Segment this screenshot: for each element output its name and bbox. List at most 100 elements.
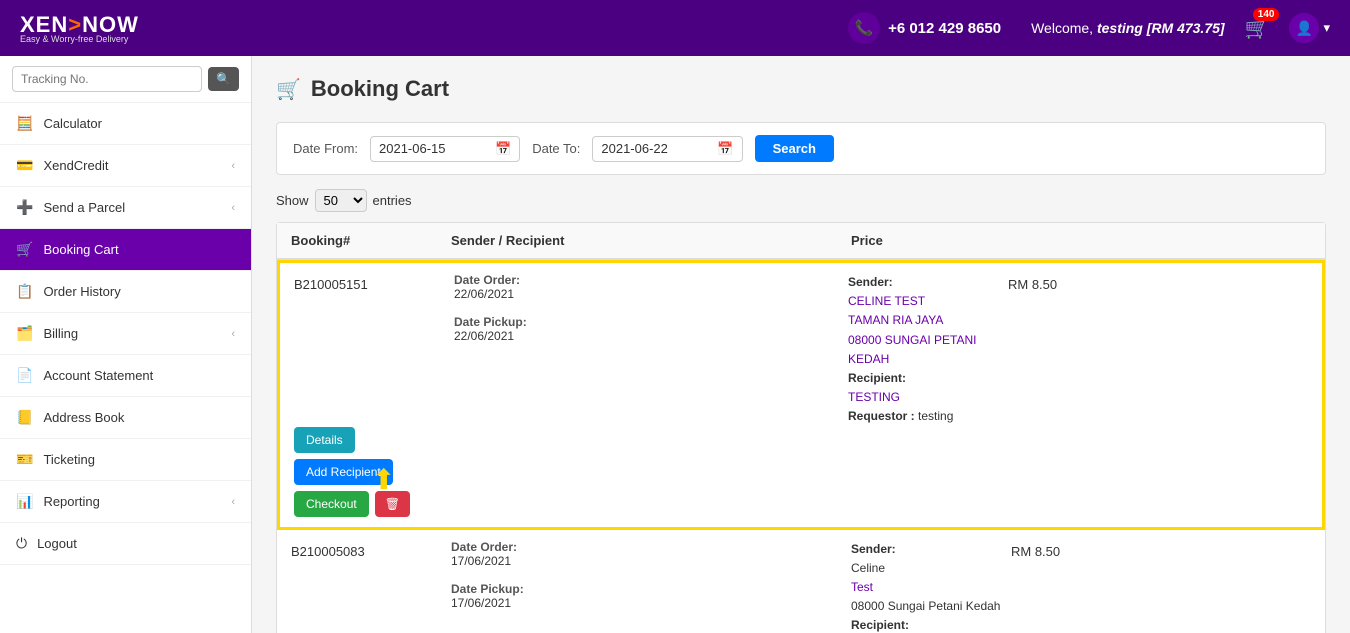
- date-to-calendar-icon[interactable]: 📅: [717, 141, 733, 157]
- show-entries-control: Show 10 25 50 100 entries: [276, 189, 1326, 212]
- sender-label-1: Sender:: [848, 275, 893, 289]
- date-pickup-label-2: Date Pickup:: [451, 582, 524, 596]
- booking-table: Booking# Sender / Recipient Price B21000…: [276, 222, 1326, 633]
- date-from-input[interactable]: [379, 141, 489, 156]
- checkout-arrow-indicator: ⬆: [372, 463, 395, 496]
- cart-button[interactable]: 🛒 140: [1245, 16, 1270, 41]
- sidebar-item-logout[interactable]: ⏻ Logout: [0, 523, 251, 565]
- date-to-input-group: 📅: [592, 136, 742, 162]
- address-book-icon: 📒: [16, 409, 33, 426]
- col-header-price: Price: [851, 233, 1011, 248]
- sidebar-label-address-book: Address Book: [43, 410, 124, 425]
- requestor-value-1: testing: [918, 409, 953, 423]
- sidebar-item-calculator[interactable]: 🧮 Calculator: [0, 103, 251, 145]
- user-avatar-icon: 👤: [1289, 13, 1319, 43]
- account-statement-icon: 📄: [16, 367, 33, 384]
- col-header-actions: [1011, 233, 1311, 248]
- main-content: 🛒 Booking Cart Date From: 📅 Date To: 📅 S…: [252, 56, 1350, 633]
- sidebar-item-reporting[interactable]: 📊 Reporting ‹: [0, 481, 251, 523]
- ticketing-icon: 🎫: [16, 451, 33, 468]
- sidebar: 🔍 🧮 Calculator 💳 XendCredit ‹ ➕ Send a P…: [0, 56, 252, 633]
- sender-area-1: TAMAN RIA JAYA: [848, 313, 943, 327]
- sender-label-2: Sender:: [851, 542, 896, 556]
- welcome-message: Welcome, testing [RM 473.75]: [1031, 20, 1224, 36]
- billing-icon: 🗂️: [16, 325, 33, 342]
- sidebar-item-xendcredit[interactable]: 💳 XendCredit ‹: [0, 145, 251, 187]
- sender-name-2: Celine: [851, 561, 885, 575]
- calculator-icon: 🧮: [16, 115, 33, 132]
- welcome-user: testing [RM 473.75]: [1097, 20, 1225, 36]
- recipient-name-1: TESTING: [848, 390, 900, 404]
- logo: XEN>NOW Easy & Worry-free Delivery: [20, 12, 139, 44]
- page-title: 🛒 Booking Cart: [276, 76, 1326, 102]
- date-order-value-1: 22/06/2021: [454, 287, 514, 301]
- date-to-input[interactable]: [601, 141, 711, 156]
- sidebar-label-calculator: Calculator: [43, 116, 102, 131]
- date-from-input-group: 📅: [370, 136, 520, 162]
- sidebar-item-send-parcel[interactable]: ➕ Send a Parcel ‹: [0, 187, 251, 229]
- sidebar-item-booking-cart[interactable]: 🛒 Booking Cart: [0, 229, 251, 271]
- requestor-label-1: Requestor :: [848, 409, 915, 423]
- recipient-label-1: Recipient:: [848, 371, 906, 385]
- send-parcel-chevron-icon: ‹: [231, 202, 235, 214]
- sidebar-item-order-history[interactable]: 📋 Order History: [0, 271, 251, 313]
- sidebar-label-billing: Billing: [43, 326, 78, 341]
- table-row: B210005083 Date Order: 17/06/2021 Date P…: [277, 530, 1325, 633]
- date-info-1: Date Order: 22/06/2021 Date Pickup: 22/0…: [454, 273, 848, 343]
- sidebar-item-address-book[interactable]: 📒 Address Book: [0, 397, 251, 439]
- reporting-icon: 📊: [16, 493, 33, 510]
- sidebar-label-booking-cart: Booking Cart: [43, 242, 118, 257]
- logout-icon: ⏻: [16, 535, 27, 552]
- entries-select[interactable]: 10 25 50 100: [315, 189, 367, 212]
- price-1: RM 8.50: [1008, 273, 1308, 292]
- send-parcel-icon: ➕: [16, 199, 33, 216]
- date-to-label: Date To:: [532, 141, 580, 156]
- phone-section: 📞 +6 012 429 8650: [848, 12, 1001, 44]
- user-menu[interactable]: 👤 ▾: [1289, 13, 1330, 43]
- sidebar-item-account-statement[interactable]: 📄 Account Statement: [0, 355, 251, 397]
- billing-chevron-icon: ‹: [231, 328, 235, 340]
- table-row: B210005151 Date Order: 22/06/2021 Date P…: [277, 260, 1325, 530]
- top-navigation: XEN>NOW Easy & Worry-free Delivery 📞 +6 …: [0, 0, 1350, 56]
- actions-1: Details Add Recipient Checkout 🗑 ⬆: [294, 427, 454, 517]
- sender-name-1: CELINE TEST: [848, 294, 925, 308]
- tracking-search-input[interactable]: [12, 66, 202, 92]
- user-chevron-icon: ▾: [1323, 20, 1330, 36]
- logo-tagline: Easy & Worry-free Delivery: [20, 34, 139, 44]
- date-from-label: Date From:: [293, 141, 358, 156]
- date-pickup-value-2: 17/06/2021: [451, 596, 511, 610]
- date-order-label-1: Date Order:: [454, 273, 520, 287]
- sidebar-item-ticketing[interactable]: 🎫 Ticketing: [0, 439, 251, 481]
- details-button-1[interactable]: Details: [294, 427, 355, 453]
- search-button[interactable]: Search: [755, 135, 834, 162]
- welcome-label: Welcome,: [1031, 20, 1097, 36]
- date-order-value-2: 17/06/2021: [451, 554, 511, 568]
- filter-bar: Date From: 📅 Date To: 📅 Search: [276, 122, 1326, 175]
- cart-badge: 140: [1253, 8, 1280, 21]
- table-header: Booking# Sender / Recipient Price: [277, 223, 1325, 260]
- show-label: Show: [276, 193, 309, 208]
- tracking-search-button[interactable]: 🔍: [208, 67, 239, 91]
- entries-label: entries: [373, 193, 412, 208]
- recipient-label-2: Recipient:: [851, 618, 909, 632]
- sidebar-label-order-history: Order History: [43, 284, 120, 299]
- booking-cart-icon: 🛒: [16, 241, 33, 258]
- sender-info-1: Sender: CELINE TEST TAMAN RIA JAYA 08000…: [848, 273, 1008, 427]
- phone-number: +6 012 429 8650: [888, 20, 1001, 37]
- sidebar-label-reporting: Reporting: [43, 494, 99, 509]
- sidebar-label-account-statement: Account Statement: [43, 368, 153, 383]
- sender-area-2: Test: [851, 580, 873, 594]
- col-header-sender: Sender / Recipient: [451, 233, 851, 248]
- sidebar-label-xendcredit: XendCredit: [43, 158, 108, 173]
- price-2: RM 8.50: [1011, 540, 1311, 559]
- checkout-button-1[interactable]: Checkout: [294, 491, 369, 517]
- sender-city-2: 08000 Sungai Petani Kedah: [851, 599, 1000, 613]
- sidebar-label-send-parcel: Send a Parcel: [43, 200, 125, 215]
- booking-id-2: B210005083: [291, 540, 451, 559]
- main-layout: 🔍 🧮 Calculator 💳 XendCredit ‹ ➕ Send a P…: [0, 56, 1350, 633]
- sidebar-label-ticketing: Ticketing: [43, 452, 95, 467]
- date-info-2: Date Order: 17/06/2021 Date Pickup: 17/0…: [451, 540, 851, 610]
- phone-icon: 📞: [848, 12, 880, 44]
- sidebar-item-billing[interactable]: 🗂️ Billing ‹: [0, 313, 251, 355]
- date-from-calendar-icon[interactable]: 📅: [495, 141, 511, 157]
